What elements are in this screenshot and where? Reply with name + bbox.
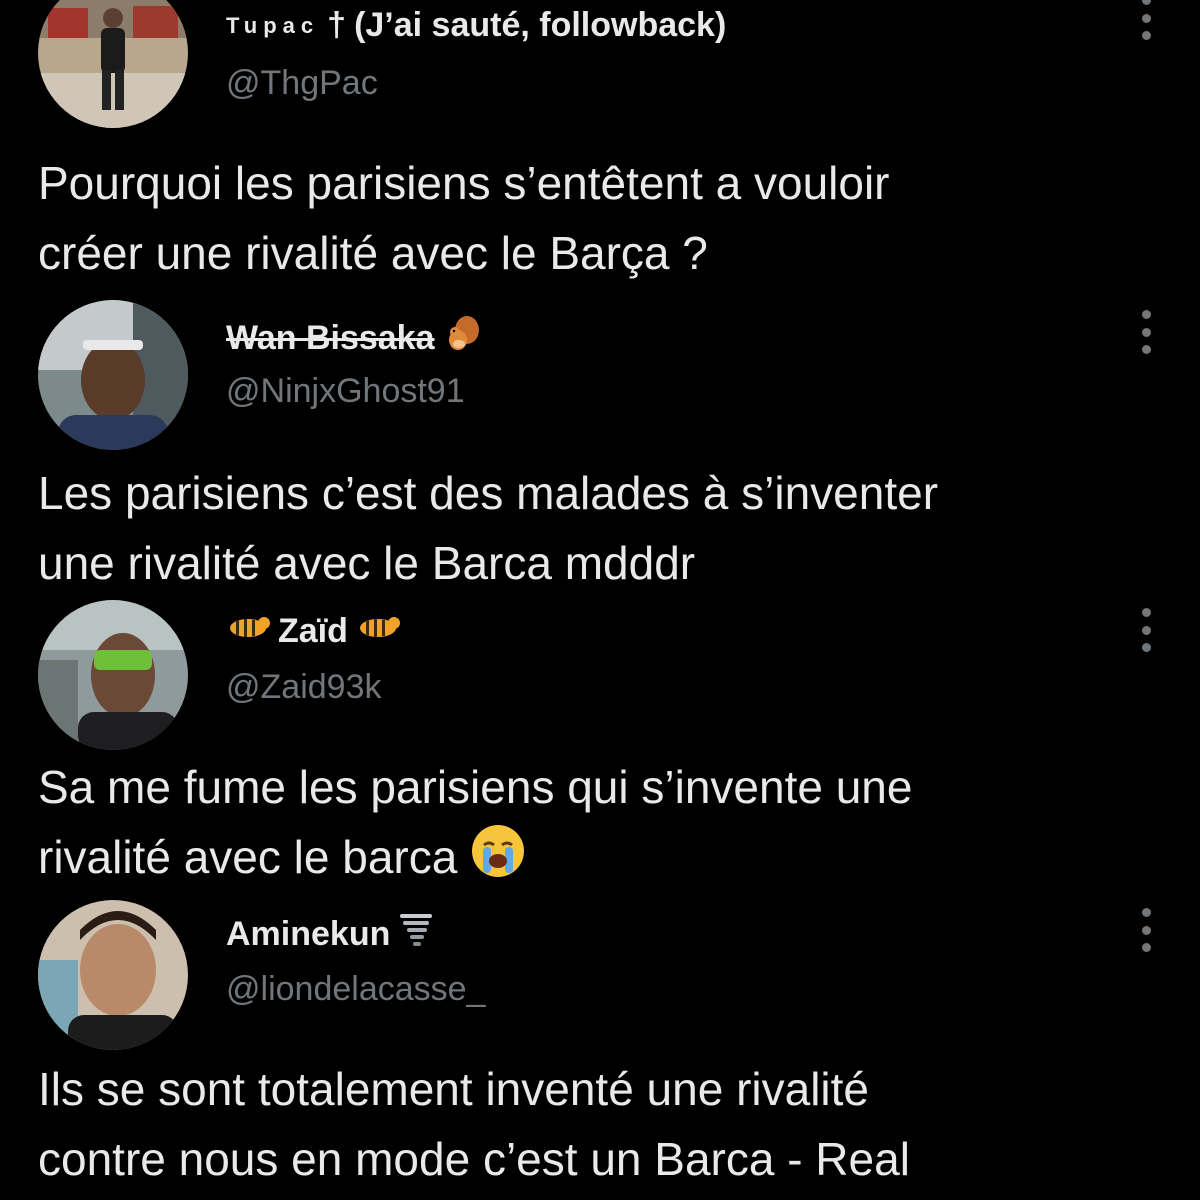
tweet-text-line: Les parisiens c’est des malades à s’inve…	[38, 467, 939, 519]
display-name[interactable]: Zaïd	[226, 612, 400, 651]
tornado-emoji	[398, 910, 434, 959]
user-handle[interactable]: @ThgPac	[226, 64, 378, 103]
more-options-icon[interactable]	[1132, 608, 1160, 652]
display-name-text: Zaïd	[278, 612, 348, 650]
user-handle[interactable]: @Zaid93k	[226, 668, 381, 707]
display-name[interactable]: Wan Bissaka	[226, 314, 483, 363]
squirrel-emoji	[443, 314, 483, 363]
tweet-text: Ils se sont totalement inventé une rival…	[38, 1054, 1168, 1194]
user-handle[interactable]: @liondelacasse_	[226, 970, 485, 1009]
display-name-text: Wan Bissaka	[226, 319, 435, 357]
display-name-text: Aminekun	[226, 915, 391, 953]
tweet-text: Pourquoi les parisiens s’entêtent a voul…	[38, 148, 1168, 288]
tiger-emoji	[356, 612, 400, 651]
tweet-text-segment: rivalité avec le barca	[38, 831, 458, 883]
more-options-icon[interactable]	[1132, 908, 1160, 952]
avatar[interactable]	[38, 0, 188, 128]
avatar[interactable]	[38, 300, 188, 450]
tweet-text-line: Ils se sont totalement inventé une rival…	[38, 1063, 870, 1115]
tweet-text-line: Sa me fume les parisiens qui s’invente u…	[38, 761, 913, 813]
tweet-text-line: une rivalité avec le Barca mdddr	[38, 537, 696, 589]
tweet-text: Sa me fume les parisiens qui s’invente u…	[38, 752, 1168, 898]
display-name-dagger: †	[327, 6, 347, 44]
tweet-text: Les parisiens c’est des malades à s’inve…	[38, 458, 1168, 598]
more-options-icon[interactable]	[1132, 310, 1160, 354]
avatar[interactable]	[38, 600, 188, 750]
display-name[interactable]: Tupac † (J’ai sauté, followback)	[226, 6, 726, 45]
display-name-prefix: Tupac	[226, 12, 320, 38]
tiger-emoji	[226, 612, 270, 651]
avatar[interactable]	[38, 900, 188, 1050]
tweet-text-line: rivalité avec le barca	[38, 822, 1168, 898]
tweet-text-line: créer une rivalité avec le Barça ?	[38, 227, 708, 279]
tweet-text-line: Pourquoi les parisiens s’entêtent a voul…	[38, 157, 890, 209]
loudly-crying-face-emoji	[470, 823, 526, 898]
display-name-text: (J’ai sauté, followback)	[354, 6, 727, 44]
more-options-icon[interactable]	[1132, 0, 1160, 40]
user-handle[interactable]: @NinjxGhost91	[226, 372, 465, 411]
display-name[interactable]: Aminekun	[226, 910, 434, 959]
tweet-text-line: contre nous en mode c’est un Barca - Rea…	[38, 1133, 910, 1185]
